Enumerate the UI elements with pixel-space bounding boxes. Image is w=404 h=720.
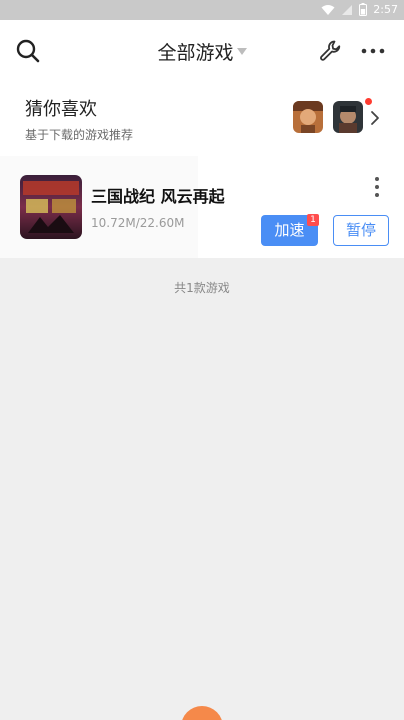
- status-time: 2:57: [373, 3, 398, 16]
- more-horizontal-icon[interactable]: [360, 46, 386, 56]
- game-name: 三国战纪 风云再起: [91, 187, 225, 206]
- accelerate-badge: 1: [307, 214, 319, 226]
- notification-dot: [365, 98, 372, 105]
- battery-icon: [359, 3, 368, 16]
- pause-button[interactable]: 暂停: [333, 215, 389, 246]
- recommend-title: 猜你喜欢: [25, 99, 97, 120]
- status-bar: 2:57: [0, 0, 404, 20]
- caret-down-icon: [236, 48, 247, 55]
- recommend-section[interactable]: 猜你喜欢 基于下载的游戏推荐: [0, 80, 404, 156]
- page-title: 全部游戏: [157, 42, 234, 64]
- game-count: 共1款游戏: [174, 281, 230, 295]
- more-vertical-icon[interactable]: [371, 176, 383, 198]
- floating-action-button[interactable]: [181, 706, 223, 720]
- game-cover-image: [20, 175, 82, 239]
- top-bar: 全部游戏: [0, 20, 404, 80]
- signal-icon: [342, 4, 353, 15]
- game-card[interactable]: 三国战纪 风云再起 10.72M/22.60M 加速 1 暂停: [0, 156, 404, 258]
- status-icons: 2:57: [321, 3, 398, 16]
- wrench-icon[interactable]: [318, 38, 344, 64]
- game-avatar-2: [333, 101, 363, 133]
- chevron-right-icon[interactable]: [369, 110, 381, 126]
- wifi-icon: [321, 4, 335, 15]
- recommend-subtitle: 基于下载的游戏推荐: [25, 128, 134, 142]
- download-progress: 10.72M/22.60M: [91, 216, 185, 230]
- game-avatar-1: [293, 101, 323, 133]
